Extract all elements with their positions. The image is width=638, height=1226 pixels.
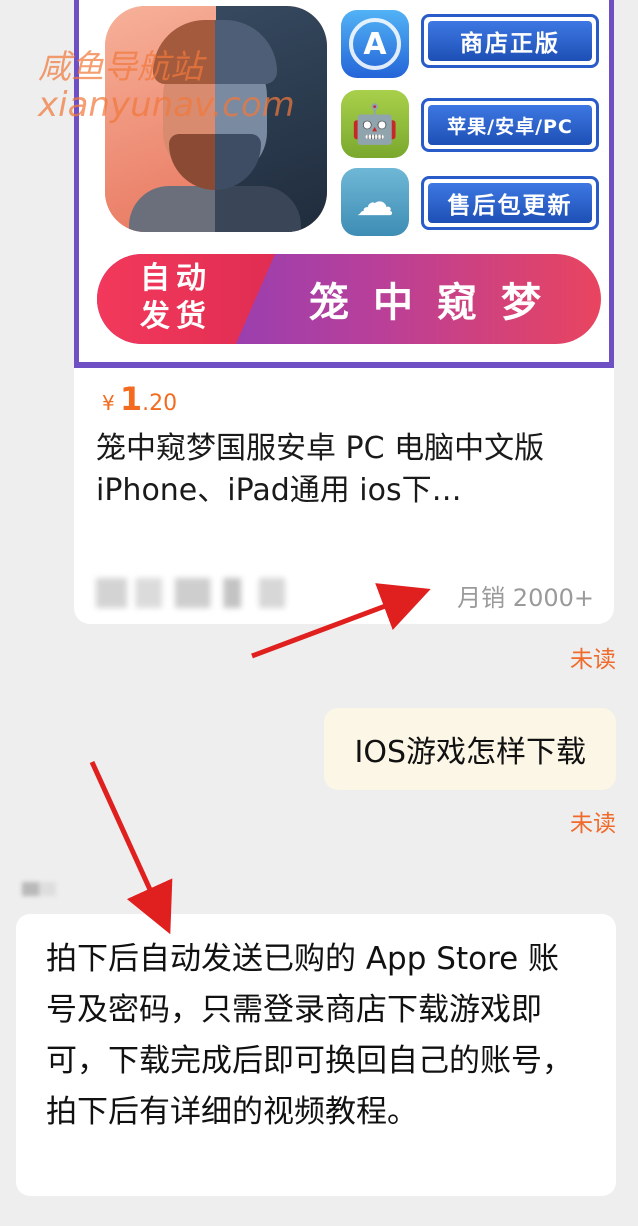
tag-official-store: 商店正版: [421, 14, 599, 68]
sender-name-blurred: [22, 882, 56, 896]
product-price: ¥ 1.20: [102, 380, 178, 418]
outgoing-message-bubble[interactable]: IOS游戏怎样下载: [324, 708, 616, 790]
monthly-sales: 月销 2000+: [457, 584, 594, 612]
unread-status: 未读: [570, 811, 616, 837]
watermark: 咸鱼导航站 xianyunav.com: [38, 47, 295, 125]
unread-status: 未读: [570, 647, 616, 673]
tag-after-sales: 售后包更新: [421, 176, 599, 230]
cloud-sync-icon: ☁: [341, 168, 409, 236]
incoming-message-bubble[interactable]: 拍下后自动发送已购的 App Store 账号及密码，只需登录商店下载游戏即可，…: [16, 914, 616, 1196]
tag-platforms: 苹果/安卓/PC: [421, 98, 599, 152]
android-icon: 🤖: [341, 90, 409, 158]
banner-game-title: 笼中窥梦: [309, 280, 565, 326]
annotation-arrow-reply: [89, 760, 173, 935]
product-banner: 自动 发货 笼中窥梦: [97, 254, 601, 344]
product-title[interactable]: 笼中窥梦国服安卓 PC 电脑中文版 iPhone、iPad通用 ios下…: [96, 428, 596, 512]
app-store-icon: A: [341, 10, 409, 78]
auto-delivery-badge: 自动 发货: [140, 261, 212, 334]
seller-info-blurred: [96, 578, 316, 608]
